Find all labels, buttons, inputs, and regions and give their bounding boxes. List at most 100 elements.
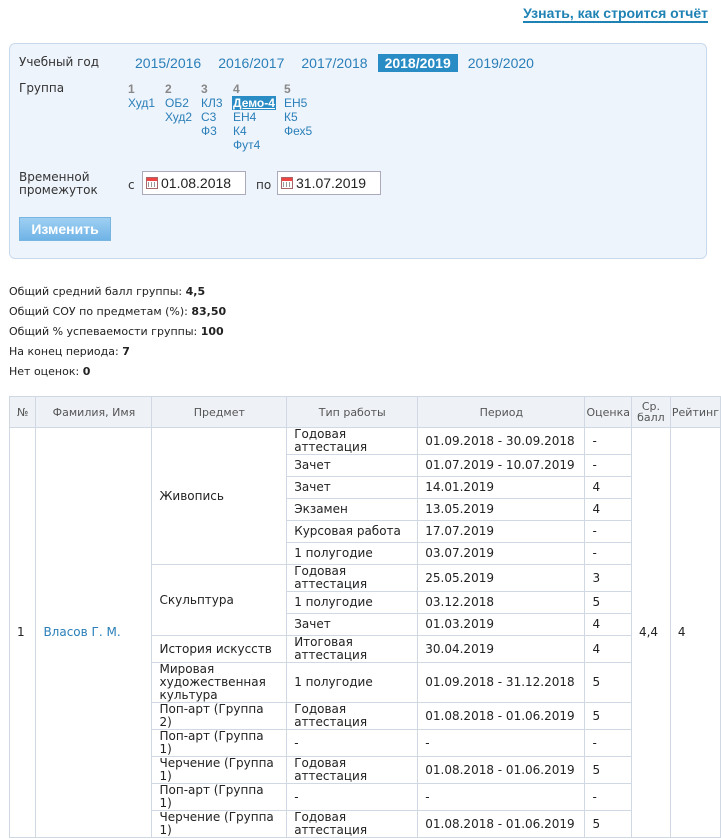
grade-cell: 3 (584, 564, 632, 592)
col-avg: Ср. балл (630, 396, 671, 428)
to-date-input[interactable]: 31.07.2019 (277, 171, 381, 195)
stat-label: На конец периода: (9, 345, 119, 358)
stat-line: На конец периода: 7 (9, 342, 226, 362)
period-cell: 17.07.2019 (417, 520, 586, 543)
period-cell: 01.09.2018 - 30.09.2018 (417, 427, 586, 455)
group-level-number: 2 (165, 82, 172, 96)
stat-label: Нет оценок: (9, 365, 80, 378)
period-cell: 01.09.2018 - 31.12.2018 (417, 662, 586, 703)
grade-cell: - (584, 454, 632, 477)
stat-value: 83,50 (191, 305, 227, 318)
col-grade: Оценка (584, 396, 632, 428)
group-column: 1 Худ1 (128, 82, 155, 110)
from-date-input[interactable]: 01.08.2018 (142, 171, 246, 195)
group-link[interactable]: КЛ3 (201, 96, 223, 110)
group-link[interactable]: ОБ2 (165, 96, 192, 110)
period-cell: 03.07.2019 (417, 542, 586, 565)
work-type-cell: 1 полугодие (286, 591, 419, 614)
work-type-cell: - (286, 729, 419, 757)
avg-cell: 4,4 (630, 427, 671, 838)
period-cell: 01.08.2018 - 01.06.2019 (417, 810, 586, 838)
work-type-cell: Годовая аттестация (286, 702, 419, 730)
group-link[interactable]: К4 (233, 124, 276, 138)
stat-value: 100 (200, 325, 224, 338)
stat-label: Общий средний балл группы: (9, 285, 183, 298)
year-label: Учебный год (19, 55, 100, 69)
to-date-value: 31.07.2019 (296, 175, 367, 191)
group-link[interactable]: К5 (284, 110, 312, 124)
subject-cell: Поп-арт (Группа 2) (151, 702, 288, 730)
stat-line: Общий СОУ по предметам (%): 83,50 (9, 302, 226, 322)
year-option[interactable]: 2016/2017 (211, 54, 291, 72)
period-label-line2: промежуток (19, 183, 98, 197)
year-option[interactable]: 2019/2020 (461, 54, 541, 72)
subject-cell: Черчение (Группа 1) (151, 810, 288, 838)
grade-cell: 5 (584, 702, 632, 730)
calendar-icon[interactable] (146, 177, 158, 189)
work-type-cell: Зачет (286, 476, 419, 499)
how-report-built-link[interactable]: Узнать, как строится отчёт (523, 6, 708, 23)
work-type-cell: Экзамен (286, 498, 419, 521)
year-option[interactable]: 2018/2019 (377, 54, 458, 72)
calendar-icon[interactable] (281, 177, 293, 189)
subject-cell: Поп-арт (Группа 1) (151, 729, 288, 757)
group-label: Группа (19, 81, 65, 95)
group-link[interactable]: ЕН5 (284, 96, 312, 110)
subject-cell: История искусств (151, 635, 288, 663)
group-level-number: 1 (128, 82, 135, 96)
group-link[interactable]: Худ1 (128, 96, 155, 110)
period-cell: - (417, 783, 586, 811)
work-type-cell: - (286, 783, 419, 811)
student-link[interactable]: Власов Г. М. (43, 625, 120, 639)
apply-button[interactable]: Изменить (19, 217, 111, 241)
stat-value: 4,5 (185, 285, 206, 298)
stat-label: Общий СОУ по предметам (%): (9, 305, 188, 318)
grade-cell: - (584, 520, 632, 543)
work-type-cell: Годовая аттестация (286, 427, 419, 455)
work-type-cell: Годовая аттестация (286, 810, 419, 838)
grade-cell: 4 (584, 613, 632, 636)
from-date-value: 01.08.2018 (161, 175, 232, 191)
work-type-cell: Итоговая аттестация (286, 635, 419, 663)
group-link[interactable]: С3 (201, 110, 223, 124)
work-type-cell: Курсовая работа (286, 520, 419, 543)
group-stats: Общий средний балл группы: 4,5 Общий СОУ … (9, 282, 226, 382)
period-cell: 01.08.2018 - 01.06.2019 (417, 702, 586, 730)
group-level-number: 5 (284, 82, 291, 96)
year-option[interactable]: 2017/2018 (294, 54, 374, 72)
col-subject: Предмет (151, 396, 288, 428)
work-type-cell: Годовая аттестация (286, 564, 419, 592)
table-header-row: № Фамилия, Имя Предмет Тип работы Период… (8, 396, 721, 428)
work-type-cell: 1 полугодие (286, 542, 419, 565)
grade-cell: 5 (584, 756, 632, 784)
stat-line: Общий % успеваемости группы: 100 (9, 322, 226, 342)
subject-cell: Живопись (151, 427, 288, 565)
year-option[interactable]: 2015/2016 (128, 54, 208, 72)
year-selector: 2015/2016 2016/2017 2017/2018 2018/2019 2019… (128, 54, 544, 72)
rating-cell: 4 (669, 427, 721, 838)
group-link[interactable]: Демо-4 (232, 96, 276, 110)
stat-value: 0 (82, 365, 91, 378)
grade-cell: - (584, 542, 632, 565)
grade-cell: 4 (584, 476, 632, 499)
period-cell: 13.05.2019 (417, 498, 586, 521)
grade-cell: - (584, 427, 632, 455)
student-name-cell: Власов Г. М. (35, 427, 153, 838)
group-column: 2 ОБ2 Худ2 (165, 82, 192, 124)
group-link[interactable]: ЕН4 (233, 110, 276, 124)
grades-table: № Фамилия, Имя Предмет Тип работы Период… (8, 396, 721, 838)
filter-panel: Учебный год 2015/2016 2016/2017 2017/2018 2… (9, 43, 707, 259)
group-link[interactable]: Фех5 (284, 124, 312, 138)
grade-cell: - (584, 729, 632, 757)
group-link[interactable]: Фут4 (233, 138, 276, 152)
group-link[interactable]: Ф3 (201, 124, 223, 138)
subject-cell: Поп-арт (Группа 1) (151, 783, 288, 811)
period-cell: - (417, 729, 586, 757)
col-name: Фамилия, Имя (35, 396, 153, 428)
group-column: 3 КЛ3 С3 Ф3 (201, 82, 223, 138)
group-link[interactable]: Худ2 (165, 110, 192, 124)
grade-cell: - (584, 783, 632, 811)
grade-cell: 4 (584, 498, 632, 521)
period-cell: 25.05.2019 (417, 564, 586, 592)
stat-line: Нет оценок: 0 (9, 362, 226, 382)
